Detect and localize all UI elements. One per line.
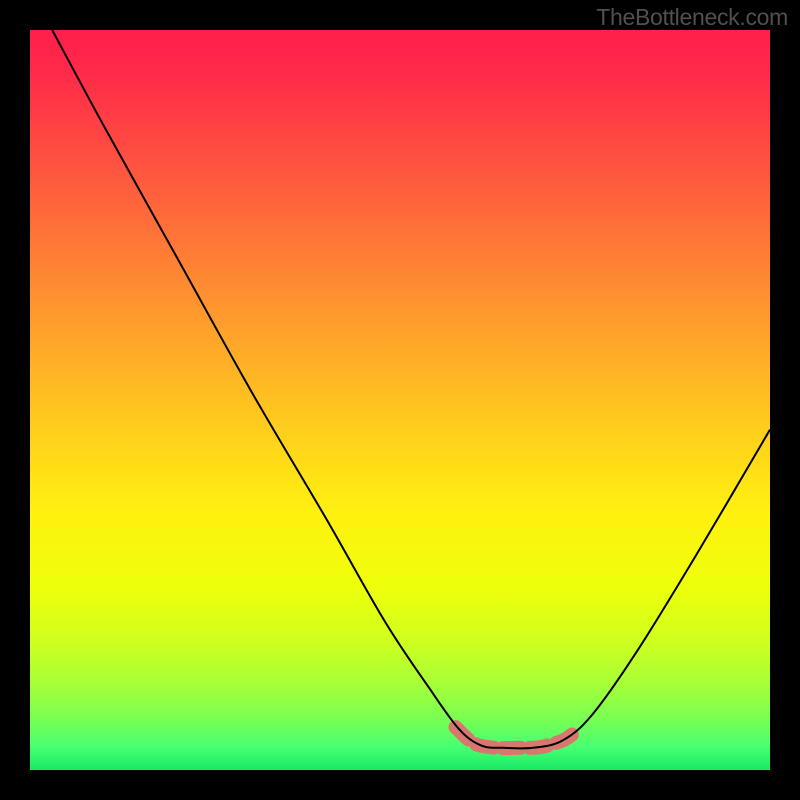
attribution-watermark: TheBottleneck.com bbox=[596, 4, 788, 31]
chart-gradient-background bbox=[30, 30, 770, 770]
bottleneck-chart bbox=[0, 0, 800, 800]
